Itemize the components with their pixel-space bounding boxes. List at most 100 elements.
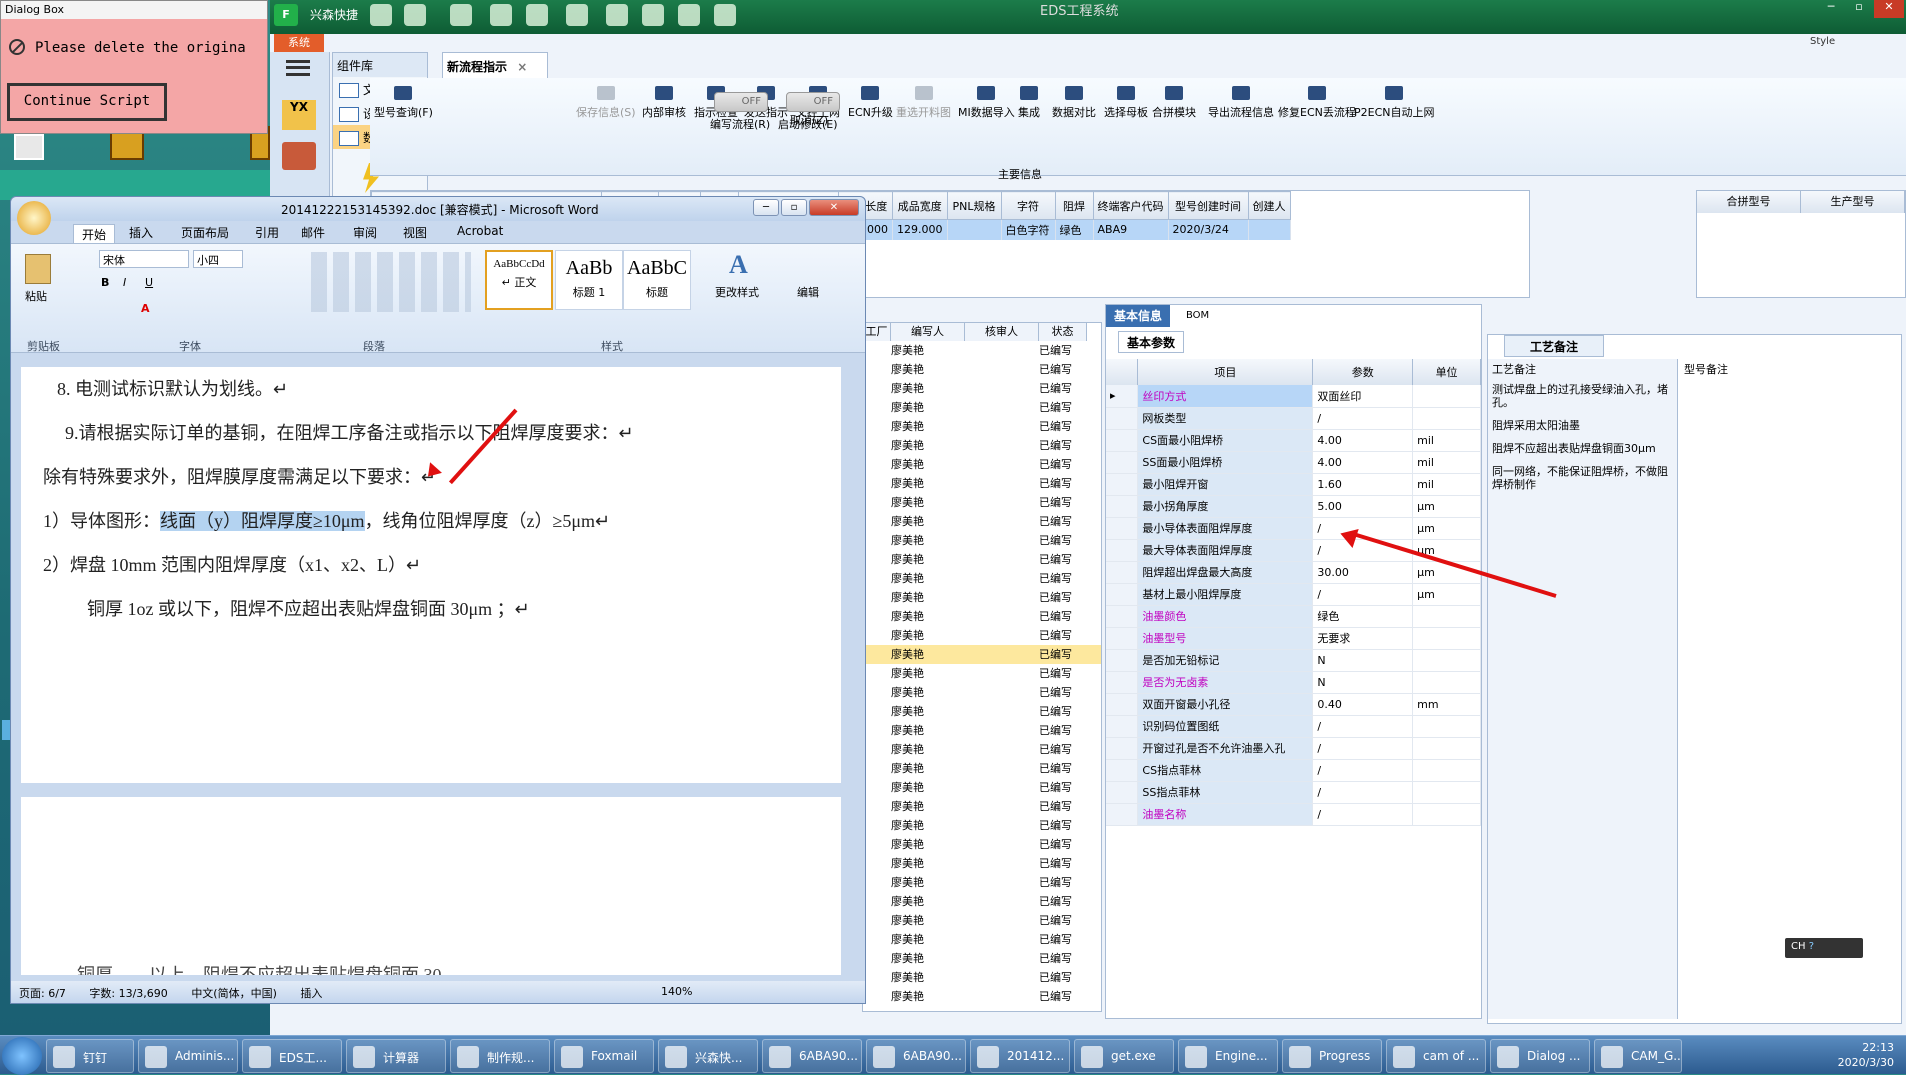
params-value[interactable]: 0.40 <box>1312 693 1414 716</box>
params-value[interactable]: / <box>1312 781 1414 804</box>
chart-icon[interactable] <box>678 4 700 26</box>
taskbar-item[interactable]: Engine... <box>1178 1039 1278 1073</box>
word-tab-0[interactable]: 开始 <box>73 224 116 244</box>
style-1[interactable]: AaBb 标题 1 <box>555 250 623 310</box>
table-icon[interactable] <box>526 4 548 26</box>
tab-basic-params[interactable]: 基本参数 <box>1118 331 1185 353</box>
tab-bom[interactable]: BOM <box>1178 305 1217 327</box>
params-row[interactable]: SS面最小阻焊桥 4.00 mil <box>1106 451 1481 474</box>
taskbar-item[interactable]: EDS工... <box>242 1039 342 1073</box>
grid-icon[interactable] <box>450 4 472 26</box>
yx-app-icon[interactable]: YX <box>282 100 316 130</box>
params-value[interactable]: / <box>1312 715 1414 738</box>
editor-row[interactable]: 廖美艳 已编写 <box>863 379 1101 398</box>
editor-row[interactable]: 廖美艳 已编写 <box>863 360 1101 379</box>
taskbar-item[interactable]: Progress <box>1282 1039 1382 1073</box>
system-tab[interactable]: 系统 <box>274 34 324 52</box>
editor-row[interactable]: 廖美艳 已编写 <box>863 797 1101 816</box>
params-value[interactable]: 5.00 <box>1312 495 1414 518</box>
word-tab-3[interactable]: 引用 <box>255 224 279 241</box>
editor-row[interactable]: 廖美艳 已编写 <box>863 569 1101 588</box>
list-icon[interactable] <box>606 4 628 26</box>
editor-row[interactable]: 廖美艳 已编写 <box>863 854 1101 873</box>
editor-row[interactable]: 廖美艳 已编写 <box>863 664 1101 683</box>
params-value[interactable]: 4.00 <box>1312 451 1414 474</box>
paste-icon[interactable] <box>25 254 51 284</box>
ribbon-button-15[interactable]: 导出流程信息 <box>1208 86 1274 120</box>
taskbar-item[interactable]: 6ABA90... <box>866 1039 966 1073</box>
taskbar-item[interactable]: 制作规... <box>450 1039 550 1073</box>
ribbon-button-0[interactable]: 型号查询(F) <box>374 86 433 120</box>
doc-selected-text[interactable]: 线面（y）阻焊厚度≥10μm <box>160 511 365 531</box>
params-row[interactable]: CS指点菲林 / <box>1106 759 1481 782</box>
status-zoom[interactable]: 140% <box>661 985 692 998</box>
word-minimize-button[interactable]: ─ <box>753 199 779 216</box>
search-icon[interactable] <box>370 4 392 26</box>
editor-row[interactable]: 廖美艳 已编写 <box>863 702 1101 721</box>
word-close-button[interactable]: ✕ <box>809 199 859 216</box>
params-row[interactable]: 网板类型 / <box>1106 407 1481 430</box>
word-maximize-button[interactable]: ▫ <box>781 199 807 216</box>
ime-bar[interactable]: CH ? <box>1785 938 1863 958</box>
ribbon-button-9[interactable]: 重选开料图 <box>896 86 951 120</box>
params-row[interactable]: SS指点菲林 / <box>1106 781 1481 804</box>
size-select[interactable]: 小四 <box>193 250 243 268</box>
continue-script-button[interactable]: Continue Script <box>7 83 167 121</box>
params-row[interactable]: 最小阻焊开窗 1.60 mil <box>1106 473 1481 496</box>
params-value[interactable]: / <box>1312 737 1414 760</box>
params-value[interactable]: 绿色 <box>1312 605 1414 628</box>
editor-row[interactable]: 廖美艳 已编写 <box>863 550 1101 569</box>
underline-button[interactable]: U <box>145 276 153 289</box>
ribbon-button-14[interactable]: 合拼模块 <box>1152 86 1196 120</box>
taskbar-item[interactable]: CAM_G... <box>1594 1039 1682 1073</box>
editor-row[interactable]: 廖美艳 已编写 <box>863 398 1101 417</box>
editor-row[interactable]: 廖美艳 已编写 <box>863 588 1101 607</box>
ribbon-button-11[interactable]: 集成 <box>1018 86 1040 120</box>
editor-row[interactable]: 廖美艳 已编写 <box>863 474 1101 493</box>
taskbar-item[interactable]: Dialog ... <box>1490 1039 1590 1073</box>
tab-process-notes[interactable]: 工艺备注 <box>1504 335 1604 357</box>
calculator-icon[interactable] <box>282 142 316 170</box>
taskbar-item[interactable]: get.exe <box>1074 1039 1174 1073</box>
editor-row[interactable]: 廖美艳 已编写 <box>863 645 1101 664</box>
minimize-button[interactable]: ─ <box>1818 0 1844 18</box>
params-value[interactable]: 无要求 <box>1312 627 1414 650</box>
params-value[interactable]: N <box>1312 671 1414 694</box>
params-value[interactable]: 1.60 <box>1312 473 1414 496</box>
params-row[interactable]: 是否加无铅标记 N <box>1106 649 1481 672</box>
editor-row[interactable]: 廖美艳 已编写 <box>863 816 1101 835</box>
font-color-icon[interactable]: A <box>141 302 150 315</box>
word-tab-1[interactable]: 插入 <box>129 224 153 241</box>
editor-row[interactable]: 廖美艳 已编写 <box>863 607 1101 626</box>
editor-row[interactable]: 廖美艳 已编写 <box>863 721 1101 740</box>
start-button[interactable] <box>2 1037 42 1075</box>
bold-button[interactable]: B <box>101 276 109 289</box>
style-label[interactable]: Style <box>1810 36 1835 47</box>
ribbon-button-8[interactable]: ECN升级 <box>848 86 893 120</box>
tab-new-process[interactable]: 新流程指示 × <box>442 52 548 78</box>
params-row[interactable]: 是否为无卤素 N <box>1106 671 1481 694</box>
status-words[interactable]: 字数: 13/3,690 <box>89 987 167 1000</box>
style-0[interactable]: AaBbCcDd ↵ 正文 <box>485 250 553 310</box>
params-value[interactable]: 4.00 <box>1312 429 1414 452</box>
editor-row[interactable]: 廖美艳 已编写 <box>863 911 1101 930</box>
taskbar-item[interactable]: 兴森快... <box>658 1039 758 1073</box>
taskbar-item[interactable]: 钉钉 <box>46 1039 134 1073</box>
params-value[interactable]: / <box>1312 583 1414 606</box>
params-row[interactable]: 阻焊超出焊盘最大高度 30.00 μm <box>1106 561 1481 584</box>
taskbar-item[interactable]: 6ABA90... <box>762 1039 862 1073</box>
ribbon-button-13[interactable]: 选择母板 <box>1104 86 1148 120</box>
ribbon-button-3[interactable]: 保存信息(S) <box>576 86 636 120</box>
params-value[interactable]: / <box>1312 759 1414 782</box>
params-value[interactable]: 30.00 <box>1312 561 1414 584</box>
params-value[interactable]: 双面丝印 <box>1312 385 1414 408</box>
change-styles-icon[interactable]: A <box>729 250 759 279</box>
params-row[interactable]: ▸ 丝印方式 双面丝印 <box>1106 385 1481 408</box>
editor-row[interactable]: 廖美艳 已编写 <box>863 531 1101 550</box>
paragraph-controls[interactable] <box>311 252 471 312</box>
params-value[interactable]: / <box>1312 407 1414 430</box>
params-row[interactable]: 基材上最小阻焊厚度 / μm <box>1106 583 1481 606</box>
editor-row[interactable]: 廖美艳 已编写 <box>863 949 1101 968</box>
editor-row[interactable]: 廖美艳 已编写 <box>863 626 1101 645</box>
params-row[interactable]: CS面最小阻焊桥 4.00 mil <box>1106 429 1481 452</box>
